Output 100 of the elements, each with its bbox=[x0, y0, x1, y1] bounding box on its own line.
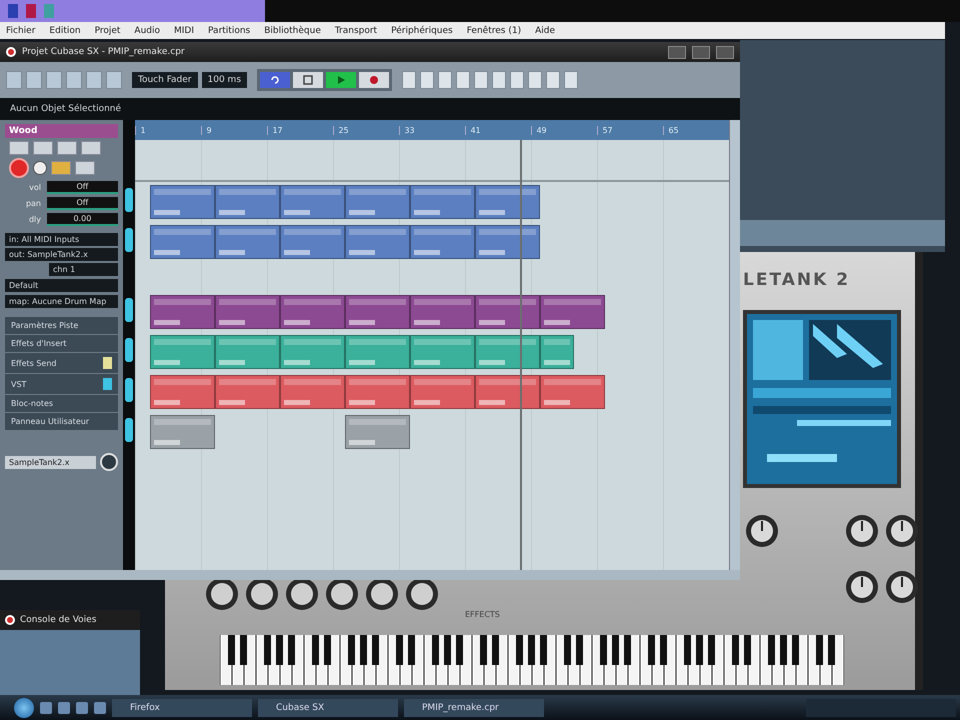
midi-part[interactable] bbox=[215, 225, 280, 259]
taskbar-button[interactable]: PMIP_remake.cpr bbox=[404, 698, 544, 716]
parameter-field[interactable]: 0.00 bbox=[47, 213, 118, 226]
track-tab[interactable] bbox=[125, 338, 134, 362]
close-button[interactable] bbox=[716, 46, 734, 58]
automation-mode-dropdown[interactable]: Touch Fader bbox=[132, 72, 198, 88]
midi-part[interactable] bbox=[475, 185, 540, 219]
menu-item[interactable]: Aide bbox=[535, 26, 556, 36]
midi-part[interactable] bbox=[410, 335, 476, 369]
midi-part[interactable] bbox=[280, 295, 346, 329]
track-button[interactable] bbox=[9, 141, 29, 155]
midi-part[interactable] bbox=[410, 375, 476, 409]
edit-tool-icon[interactable] bbox=[564, 71, 578, 89]
midi-part[interactable] bbox=[150, 375, 216, 409]
track-button[interactable] bbox=[75, 161, 95, 175]
app-icon[interactable] bbox=[76, 702, 88, 714]
parameter-field[interactable]: Off bbox=[47, 181, 118, 194]
start-button[interactable] bbox=[14, 698, 34, 718]
midi-part[interactable] bbox=[410, 295, 476, 329]
stop-button[interactable] bbox=[293, 72, 324, 88]
routing-dropdown[interactable]: chn 1 bbox=[49, 263, 118, 276]
inspector-section[interactable]: Effets d'Insert bbox=[5, 335, 118, 352]
edit-tool-icon[interactable] bbox=[420, 71, 434, 89]
midi-part[interactable] bbox=[150, 335, 216, 369]
midi-part[interactable] bbox=[540, 295, 606, 329]
midi-part[interactable] bbox=[280, 375, 346, 409]
midi-part[interactable] bbox=[475, 375, 540, 409]
knob[interactable] bbox=[885, 570, 919, 604]
menu-item[interactable]: Fenêtres (1) bbox=[466, 26, 522, 36]
menu-item[interactable]: MIDI bbox=[174, 26, 194, 36]
track-tab[interactable] bbox=[125, 378, 134, 402]
midi-part[interactable] bbox=[150, 225, 216, 259]
midi-part[interactable] bbox=[345, 295, 410, 329]
output-dropdown[interactable]: SampleTank2.x bbox=[5, 456, 96, 468]
track-button[interactable] bbox=[33, 141, 53, 155]
cycle-button[interactable] bbox=[260, 72, 290, 88]
preset-field[interactable]: Default bbox=[5, 279, 118, 292]
track-button[interactable] bbox=[57, 141, 77, 155]
menu-item[interactable]: Transport bbox=[334, 26, 378, 36]
edit-tool-icon[interactable] bbox=[402, 71, 416, 89]
inspector-section[interactable]: Effets Send bbox=[5, 353, 118, 373]
midi-part[interactable] bbox=[345, 335, 410, 369]
vertical-scrollbar[interactable] bbox=[729, 120, 740, 570]
knob[interactable] bbox=[245, 577, 279, 611]
midi-part[interactable] bbox=[280, 185, 346, 219]
edit-tool-icon[interactable] bbox=[456, 71, 470, 89]
app-icon[interactable] bbox=[40, 702, 52, 714]
edit-tool-icon[interactable] bbox=[492, 71, 506, 89]
knob[interactable] bbox=[325, 577, 359, 611]
menu-item[interactable]: Périphériques bbox=[391, 26, 453, 36]
track-name-field[interactable]: Wood bbox=[5, 124, 118, 138]
midi-part[interactable] bbox=[215, 375, 280, 409]
track-button[interactable] bbox=[81, 141, 101, 155]
drum-map-dropdown[interactable]: map: Aucune Drum Map bbox=[5, 295, 118, 308]
midi-part[interactable] bbox=[475, 225, 540, 259]
knob[interactable] bbox=[405, 577, 439, 611]
piano-keyboard[interactable] bbox=[220, 635, 844, 685]
menu-item[interactable]: Audio bbox=[134, 26, 160, 36]
midi-part[interactable] bbox=[215, 295, 280, 329]
app-icon[interactable] bbox=[58, 702, 70, 714]
parameter-field[interactable]: Off bbox=[47, 197, 118, 210]
menu-item[interactable]: Fichier bbox=[6, 26, 36, 36]
knob[interactable] bbox=[745, 514, 779, 548]
midi-part[interactable] bbox=[475, 295, 540, 329]
midi-part[interactable] bbox=[540, 375, 606, 409]
midi-part[interactable] bbox=[540, 335, 574, 369]
midi-part[interactable] bbox=[345, 415, 410, 449]
menu-item[interactable]: Partitions bbox=[208, 26, 250, 36]
knob[interactable] bbox=[845, 514, 879, 548]
menu-item[interactable]: Edition bbox=[49, 26, 81, 36]
time-dropdown[interactable]: 100 ms bbox=[202, 72, 248, 88]
midi-part[interactable] bbox=[345, 225, 410, 259]
menu-item[interactable]: Bibliothèque bbox=[264, 26, 321, 36]
horizontal-scrollbar[interactable] bbox=[0, 570, 740, 580]
midi-part[interactable] bbox=[475, 335, 540, 369]
knob[interactable] bbox=[285, 577, 319, 611]
monitor-button[interactable] bbox=[33, 161, 47, 175]
edit-tool-icon[interactable] bbox=[546, 71, 560, 89]
knob[interactable] bbox=[365, 577, 399, 611]
edit-tool-icon[interactable] bbox=[510, 71, 524, 89]
track-tab[interactable] bbox=[125, 418, 134, 442]
knob[interactable] bbox=[885, 514, 919, 548]
routing-dropdown[interactable]: out: SampleTank2.x bbox=[5, 248, 118, 261]
inspector-section[interactable]: Paramètres Piste bbox=[5, 317, 118, 334]
track-tab[interactable] bbox=[125, 228, 134, 252]
midi-part[interactable] bbox=[280, 225, 346, 259]
taskbar-button[interactable]: Cubase SX bbox=[258, 698, 398, 716]
inspector-section[interactable]: Bloc-notes bbox=[5, 395, 118, 412]
edit-tool-icon[interactable] bbox=[528, 71, 542, 89]
menu-item[interactable]: Projet bbox=[94, 26, 120, 36]
play-button[interactable] bbox=[326, 72, 356, 88]
app-icon[interactable] bbox=[94, 702, 106, 714]
midi-part[interactable] bbox=[150, 295, 216, 329]
midi-part[interactable] bbox=[345, 375, 410, 409]
maximize-button[interactable] bbox=[692, 46, 710, 58]
midi-part[interactable] bbox=[150, 415, 216, 449]
midi-part[interactable] bbox=[410, 225, 476, 259]
midi-part[interactable] bbox=[150, 185, 216, 219]
record-button[interactable] bbox=[359, 72, 390, 88]
midi-part[interactable] bbox=[215, 185, 280, 219]
